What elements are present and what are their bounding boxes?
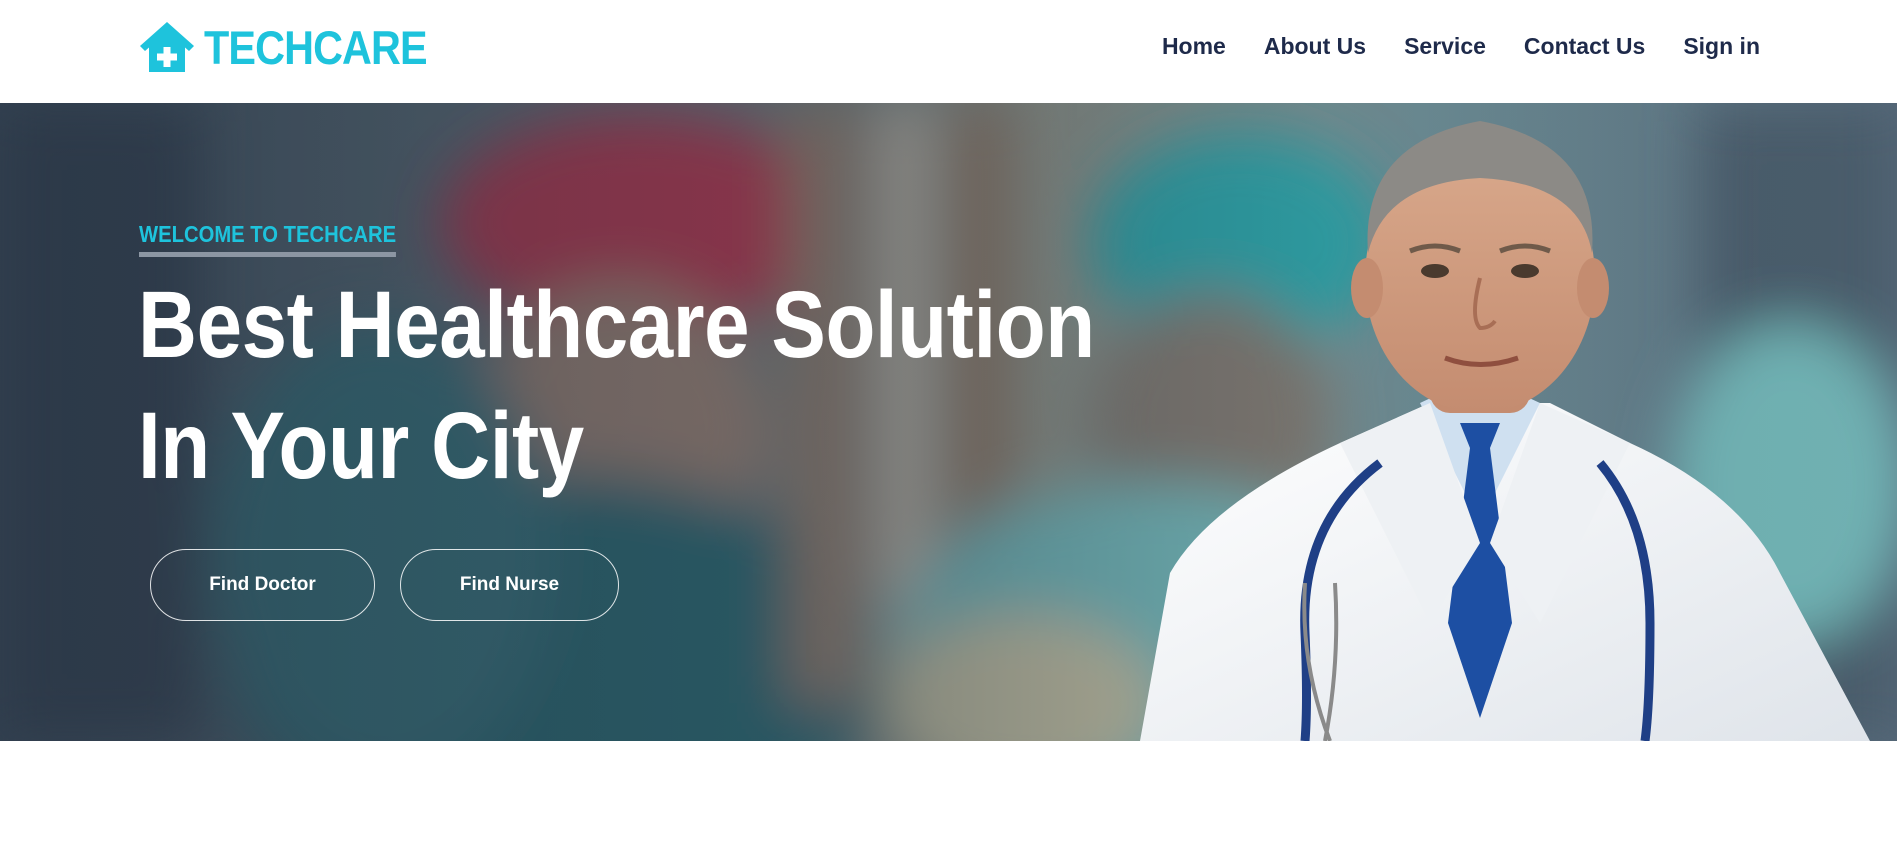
nav-about-us[interactable]: About Us xyxy=(1264,33,1366,60)
site-header: TECHCARE Home About Us Service Contact U… xyxy=(0,0,1897,103)
nav-service[interactable]: Service xyxy=(1404,33,1486,60)
hero-headline-line-1: Best Healthcare Solution xyxy=(138,272,1095,378)
find-nurse-button[interactable]: Find Nurse xyxy=(400,549,619,621)
hero-headline: Best Healthcare Solution In Your City xyxy=(138,265,1095,507)
hero-eyebrow: WELCOME TO TECHCARE xyxy=(139,223,397,257)
nav-home[interactable]: Home xyxy=(1162,33,1226,60)
hero-banner: WELCOME TO TECHCARE Best Healthcare Solu… xyxy=(0,103,1897,741)
nav-contact-us[interactable]: Contact Us xyxy=(1524,33,1645,60)
nav-sign-in[interactable]: Sign in xyxy=(1683,33,1760,60)
brand-logo-link[interactable]: TECHCARE xyxy=(138,20,457,74)
house-medical-icon xyxy=(140,22,194,72)
find-doctor-button[interactable]: Find Doctor xyxy=(150,549,375,621)
doctor-portrait-image xyxy=(1140,121,1870,741)
hero-headline-line-2: In Your City xyxy=(138,393,584,499)
main-nav: Home About Us Service Contact Us Sign in xyxy=(1162,33,1760,60)
brand-name: TECHCARE xyxy=(204,20,428,74)
